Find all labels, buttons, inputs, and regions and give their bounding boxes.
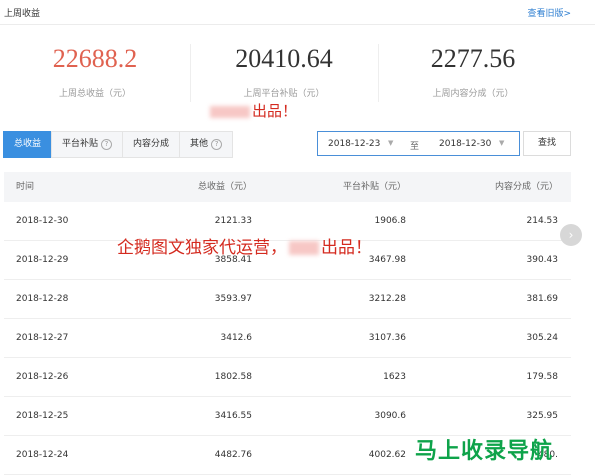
date-range-picker[interactable]: 2018-12-23 ▼ 至 2018-12-30 ▼ <box>317 131 520 156</box>
start-date[interactable]: 2018-12-23 <box>328 139 380 149</box>
stat-platform-subsidy: 20410.64 上周平台补贴（元） <box>209 44 359 106</box>
tab-label: 平台补贴 <box>62 139 99 149</box>
cell-content-share: 214.53 <box>526 216 559 226</box>
section-title: 上周收益 <box>4 9 41 19</box>
cell-content-share: 325.95 <box>526 411 559 421</box>
search-button[interactable]: 查找 <box>523 131 571 156</box>
cell-date: 2018-12-29 <box>16 255 69 265</box>
stat-total-income-value: 22688.2 <box>52 44 138 73</box>
tab-platform-subsidy[interactable]: 平台补贴 ? <box>51 131 124 158</box>
chevron-right-icon[interactable]: › <box>560 224 582 246</box>
tab-other[interactable]: 其他 ? <box>179 131 234 158</box>
table-row: 2018-12-25 3416.55 3090.6 325.95 <box>4 397 571 436</box>
cell-date: 2018-12-24 <box>16 450 69 460</box>
watermark-middle-text-end: 出品！ <box>321 238 372 258</box>
column-header-platform-subsidy: 平台补贴（元） <box>342 182 406 192</box>
end-date[interactable]: 2018-12-30 <box>439 139 491 149</box>
date-separator: 至 <box>410 142 420 152</box>
stat-platform-subsidy-label: 上周平台补贴（元） <box>243 89 325 99</box>
cell-total-income: 3412.6 <box>220 333 253 343</box>
cell-date: 2018-12-25 <box>16 411 69 421</box>
watermark-top: 出品！ <box>210 100 297 121</box>
watermark-middle: 企鹅图文独家代运营， 出品！ <box>117 233 372 258</box>
view-old-version-link[interactable]: 查看旧版> <box>527 6 571 19</box>
cell-platform-subsidy: 3107.36 <box>368 333 406 343</box>
watermark-middle-text: 企鹅图文独家代运营， <box>117 238 287 258</box>
stat-platform-subsidy-value: 20410.64 <box>235 44 333 73</box>
site-logo: 马上收录导航 <box>415 433 553 465</box>
stat-content-share-value: 2277.56 <box>430 44 516 73</box>
stat-total-income: 22688.2 上周总收益（元） <box>20 44 170 106</box>
column-header-total-income: 总收益（元） <box>197 182 252 192</box>
cell-total-income: 4482.76 <box>214 450 252 460</box>
blurred-text <box>289 241 319 255</box>
stat-total-income-label: 上周总收益（元） <box>58 89 131 99</box>
help-icon[interactable]: ? <box>101 139 113 150</box>
cell-content-share: 305.24 <box>526 333 559 343</box>
stat-content-share-label: 上周内容分成（元） <box>432 89 514 99</box>
cell-date: 2018-12-26 <box>16 372 69 382</box>
cell-platform-subsidy: 1623 <box>383 372 406 382</box>
cell-total-income: 3593.97 <box>214 294 252 304</box>
help-icon[interactable]: ? <box>211 139 223 150</box>
cell-platform-subsidy: 4002.62 <box>368 450 406 460</box>
cell-platform-subsidy: 1906.8 <box>374 216 407 226</box>
cell-date: 2018-12-30 <box>16 216 69 226</box>
logo-text: 马上收录导航 <box>415 439 554 464</box>
chevron-down-icon: ▼ <box>499 139 505 147</box>
tab-label: 内容分成 <box>133 139 170 149</box>
cell-platform-subsidy: 3467.98 <box>368 255 406 265</box>
table-row: 2018-12-26 1802.58 1623 179.58 <box>4 358 571 397</box>
table-row: 2018-12-27 3412.6 3107.36 305.24 <box>4 319 571 358</box>
column-header-date: 时间 <box>16 182 35 192</box>
cell-content-share: 381.69 <box>526 294 559 304</box>
tab-content-share[interactable]: 内容分成 <box>122 131 181 158</box>
stat-divider <box>190 44 191 102</box>
stat-content-share: 2277.56 上周内容分成（元） <box>398 44 548 106</box>
chevron-down-icon: ▼ <box>388 139 394 147</box>
tab-label: 其他 <box>190 139 209 149</box>
table-header: 时间 总收益（元） 平台补贴（元） 内容分成（元） <box>4 172 571 202</box>
cell-content-share: 390.43 <box>526 255 559 265</box>
income-tabs: 总收益 平台补贴 ? 内容分成 其他 ? <box>3 131 234 158</box>
cell-total-income: 1802.58 <box>214 372 252 382</box>
cell-total-income: 3416.55 <box>214 411 252 421</box>
cell-platform-subsidy: 3090.6 <box>374 411 407 421</box>
blurred-text <box>210 105 250 118</box>
table-row: 2018-12-28 3593.97 3212.28 381.69 <box>4 280 571 319</box>
tab-label: 总收益 <box>14 139 42 149</box>
watermark-top-text: 出品！ <box>252 102 298 120</box>
cell-date: 2018-12-28 <box>16 294 69 304</box>
cell-date: 2018-12-27 <box>16 333 69 343</box>
header-bar: 上周收益 查看旧版> <box>0 0 595 25</box>
tab-total-income[interactable]: 总收益 <box>3 131 53 158</box>
cell-platform-subsidy: 3212.28 <box>368 294 406 304</box>
column-header-content-share: 内容分成（元） <box>494 182 558 192</box>
stat-divider <box>378 44 379 102</box>
cell-content-share: 179.58 <box>526 372 559 382</box>
